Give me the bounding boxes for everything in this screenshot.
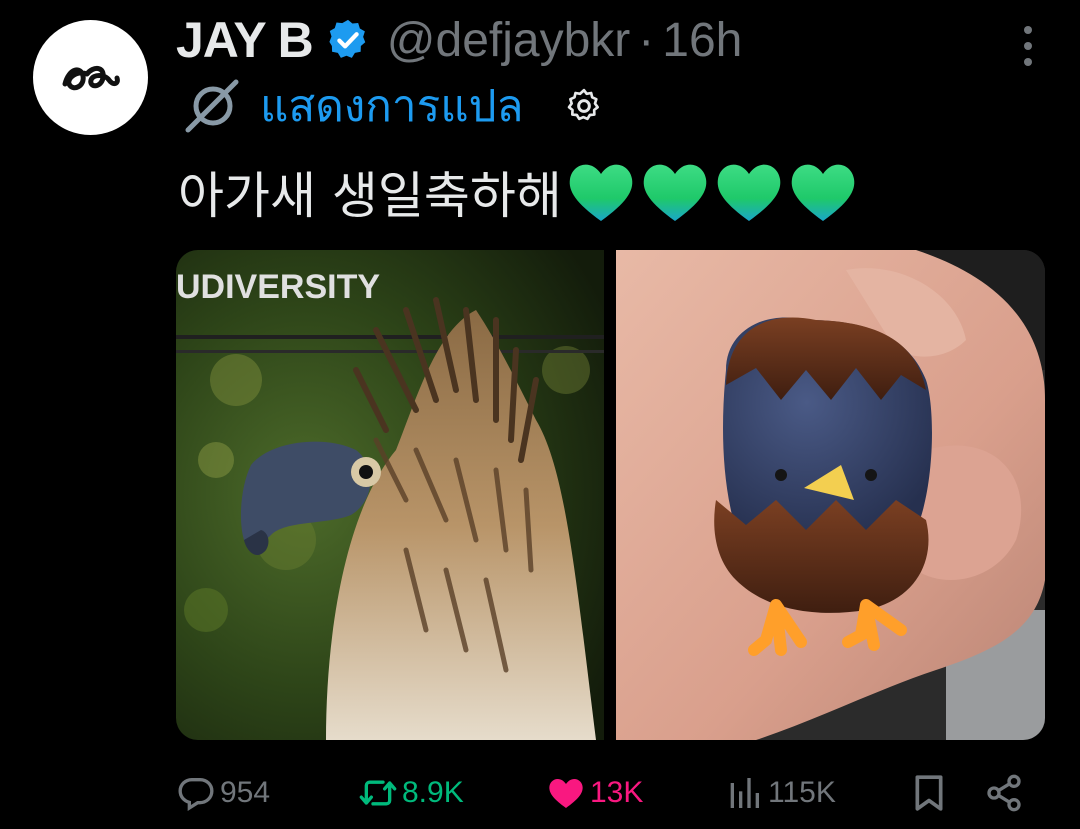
show-translation-link[interactable]: แสดงการแปล [260,71,524,141]
retweet-button[interactable]: 8.9K [358,762,464,824]
reply-count: 954 [220,776,271,809]
signature-logo-icon [62,65,120,90]
bookmark-button[interactable] [909,762,949,824]
like-count: 13K [590,776,644,809]
bookmark-icon [915,775,943,811]
user-handle[interactable]: @defjaybkr [387,13,631,68]
avatar[interactable] [33,20,148,135]
share-button[interactable] [984,762,1024,824]
translate-row: แสดงการแปล [180,76,604,136]
poster-text: UDIVERSITY [176,268,380,306]
translate-icon [185,79,239,133]
views-button[interactable]: 115K [724,762,836,824]
reply-button[interactable]: 954 [176,762,270,824]
green-heart-icon [569,164,633,221]
eagle-photo[interactable]: UDIVERSITY [176,250,604,740]
action-bar: 954 8.9K 13K 115K [176,762,1046,824]
tweet-text: 아가새 생일축하해 [178,152,862,232]
verified-badge-icon [325,17,371,63]
emoji-group [566,159,862,225]
tweet-header: JAY B @defjaybkr · 16h [176,10,742,70]
views-bar-chart-icon [730,778,759,808]
more-options-icon[interactable] [1022,26,1034,66]
separator-dot: · [638,13,655,67]
heart-filled-icon [549,779,583,808]
green-heart-icon [717,164,781,221]
green-heart-icon [643,164,707,221]
share-icon [987,774,1021,812]
retweet-count: 8.9K [402,776,464,809]
media-grid: UDIVERSITY [176,250,1045,740]
timestamp[interactable]: 16h [662,13,742,68]
like-button[interactable]: 13K [546,762,643,824]
tweet-body: 아가새 생일축하해 [178,167,562,225]
tweet[interactable]: JAY B @defjaybkr · 16h แสดงการแปล 아가새 생일… [0,0,1080,829]
gear-icon[interactable] [564,86,604,126]
display-name[interactable]: JAY B [176,11,314,69]
retweet-icon [359,780,397,806]
views-count: 115K [768,776,836,809]
reply-icon [178,778,214,812]
green-heart-icon [791,164,855,221]
chick-in-egg-toy-photo[interactable] [616,250,1045,740]
